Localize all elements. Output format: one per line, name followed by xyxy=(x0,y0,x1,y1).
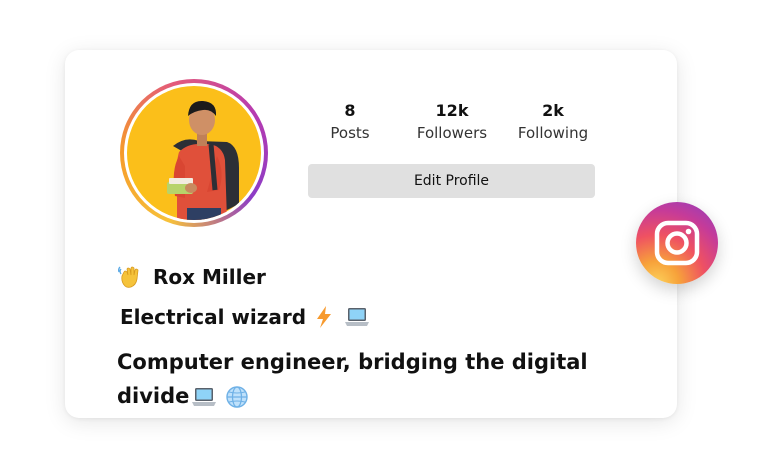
laptop-icon xyxy=(192,388,217,406)
globe-icon xyxy=(226,386,249,408)
bio-line-1-text: Electrical wizard xyxy=(120,305,307,329)
posts-label: Posts xyxy=(330,124,370,142)
laptop-icon xyxy=(345,308,370,326)
avatar-story-ring[interactable] xyxy=(120,79,268,227)
profile-name-row: Rox Miller xyxy=(117,262,266,292)
followers-count: 12k xyxy=(435,101,469,120)
profile-name: Rox Miller xyxy=(153,265,266,289)
avatar-person-illustration xyxy=(167,100,239,220)
stat-following[interactable]: 2k Following xyxy=(503,101,603,142)
bio-line-2-text-b: divide xyxy=(117,384,190,408)
bio-line-2: Computer engineer, bridging the digital … xyxy=(117,345,637,413)
lightning-icon xyxy=(317,306,332,328)
avatar-ring-gap xyxy=(124,83,264,223)
following-label: Following xyxy=(517,124,589,142)
edit-profile-button[interactable]: Edit Profile xyxy=(308,164,595,198)
avatar xyxy=(127,86,261,220)
bio-line-1: Electrical wizard xyxy=(120,305,370,329)
waving-hand-icon xyxy=(117,266,139,288)
bio-line-2-text-a: Computer engineer, bridging the digital xyxy=(117,350,588,374)
stat-posts[interactable]: 8 Posts xyxy=(300,101,400,142)
stat-followers[interactable]: 12k Followers xyxy=(402,101,502,142)
instagram-icon[interactable] xyxy=(636,202,718,284)
instagram-glyph-icon xyxy=(654,220,700,266)
posts-count: 8 xyxy=(344,101,356,120)
following-count: 2k xyxy=(542,101,564,120)
followers-label: Followers xyxy=(416,124,488,142)
